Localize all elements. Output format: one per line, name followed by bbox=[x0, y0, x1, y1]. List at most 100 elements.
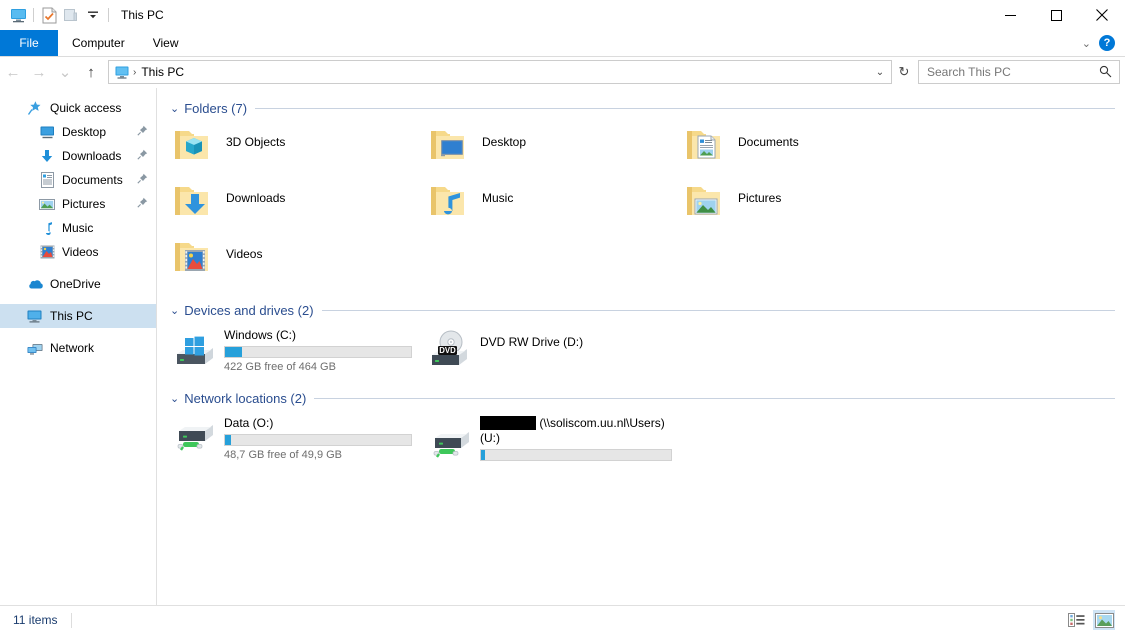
pin-icon[interactable] bbox=[137, 173, 148, 187]
help-icon[interactable]: ? bbox=[1099, 35, 1115, 51]
tab-computer[interactable]: Computer bbox=[58, 30, 139, 56]
item-count: 11 items bbox=[13, 613, 57, 627]
onedrive-cloud-icon bbox=[26, 275, 44, 293]
qat-properties-icon[interactable] bbox=[38, 4, 60, 26]
large-icons-view-button[interactable] bbox=[1093, 610, 1115, 630]
tile-desktop[interactable]: Desktop bbox=[426, 118, 682, 174]
drive-dvd-rw-d[interactable]: DVD DVD RW Drive (D:) bbox=[426, 320, 682, 376]
sidebar-item-network[interactable]: Network bbox=[0, 336, 156, 360]
status-bar: 11 items bbox=[0, 605, 1125, 634]
sidebar-item-desktop[interactable]: Desktop bbox=[0, 120, 156, 144]
status-divider bbox=[71, 613, 72, 628]
breadcrumb[interactable]: This PC bbox=[141, 65, 184, 79]
group-header-devices[interactable]: ⌄ Devices and drives (2) bbox=[170, 300, 1115, 320]
sidebar-item-label: This PC bbox=[50, 309, 93, 323]
folder-documents-icon bbox=[682, 121, 730, 169]
sidebar-item-label: Pictures bbox=[62, 197, 105, 211]
pin-icon[interactable] bbox=[137, 125, 148, 139]
sidebar-item-this-pc[interactable]: This PC bbox=[0, 304, 156, 328]
capacity-bar bbox=[224, 346, 412, 358]
sidebar-item-pictures[interactable]: Pictures bbox=[0, 192, 156, 216]
capacity-bar-fill bbox=[225, 435, 231, 445]
drive-users-u[interactable]: (\\soliscom.uu.nl\Users) (U:) bbox=[426, 408, 682, 464]
downloads-arrow-icon bbox=[38, 147, 56, 165]
sidebar-item-quick-access[interactable]: Quick access bbox=[0, 96, 156, 120]
svg-text:DVD: DVD bbox=[439, 346, 456, 355]
folders-grid: 3D Objects Desktop bbox=[158, 118, 1125, 286]
tile-videos[interactable]: Videos bbox=[170, 230, 426, 286]
window-controls bbox=[987, 0, 1125, 30]
tab-file[interactable]: File bbox=[0, 30, 58, 56]
sidebar-item-music[interactable]: Music bbox=[0, 216, 156, 240]
close-button[interactable] bbox=[1079, 0, 1125, 30]
drive-windows-c[interactable]: Windows (C:) 422 GB free of 464 GB bbox=[170, 320, 426, 376]
breadcrumb-separator: › bbox=[133, 67, 136, 78]
sidebar-item-label: Desktop bbox=[62, 125, 106, 139]
sidebar-item-documents[interactable]: Documents bbox=[0, 168, 156, 192]
tile-3d-objects[interactable]: 3D Objects bbox=[170, 118, 426, 174]
redacted-username bbox=[480, 416, 536, 430]
tile-label: 3D Objects bbox=[226, 121, 285, 149]
sidebar-item-label: Network bbox=[50, 341, 94, 355]
star-pin-icon bbox=[26, 99, 44, 117]
expand-ribbon-icon[interactable]: ⌄ bbox=[1082, 37, 1091, 50]
forward-button[interactable]: → bbox=[26, 59, 52, 85]
ribbon-right-controls: ⌄ ? bbox=[1082, 30, 1125, 56]
file-explorer-window: This PC File Computer View ⌄ ? ← → ⌄ ↑ bbox=[0, 0, 1125, 634]
up-button[interactable]: ↑ bbox=[78, 59, 104, 85]
view-mode-buttons bbox=[1065, 610, 1125, 630]
quick-access-toolbar: This PC bbox=[0, 0, 164, 30]
drive-data-o[interactable]: Data (O:) 48,7 GB free of 49,9 GB bbox=[170, 408, 426, 464]
chevron-down-icon[interactable]: ⌄ bbox=[170, 392, 179, 405]
network-locations-grid: Data (O:) 48,7 GB free of 49,9 GB bbox=[158, 408, 1125, 464]
qat-new-folder-icon[interactable] bbox=[60, 4, 82, 26]
details-view-button[interactable] bbox=[1065, 610, 1087, 630]
qat-customize-dropdown-icon[interactable] bbox=[82, 4, 104, 26]
tile-documents[interactable]: Documents bbox=[682, 118, 938, 174]
tile-music[interactable]: Music bbox=[426, 174, 682, 230]
tab-view[interactable]: View bbox=[139, 30, 193, 56]
sidebar-item-label: Music bbox=[62, 221, 93, 235]
tile-pictures[interactable]: Pictures bbox=[682, 174, 938, 230]
sidebar-item-label: Documents bbox=[62, 173, 123, 187]
tile-label: Downloads bbox=[226, 177, 285, 205]
pin-icon[interactable] bbox=[137, 149, 148, 163]
address-dropdown-icon[interactable]: ⌄ bbox=[871, 61, 889, 83]
sidebar-item-label: Downloads bbox=[62, 149, 121, 163]
maximize-button[interactable] bbox=[1033, 0, 1079, 30]
qat-divider-2 bbox=[108, 8, 109, 22]
minimize-button[interactable] bbox=[987, 0, 1033, 30]
network-icon bbox=[26, 339, 44, 357]
this-pc-icon bbox=[26, 307, 44, 325]
drive-free-text: 48,7 GB free of 49,9 GB bbox=[224, 449, 420, 461]
music-note-icon bbox=[38, 219, 56, 237]
group-title: Devices and drives (2) bbox=[184, 303, 313, 318]
group-header-network-locations[interactable]: ⌄ Network locations (2) bbox=[170, 388, 1115, 408]
sidebar-gap-3 bbox=[0, 328, 156, 336]
back-button[interactable]: ← bbox=[0, 59, 26, 85]
chevron-down-icon[interactable]: ⌄ bbox=[170, 102, 179, 115]
search-input[interactable]: Search This PC bbox=[927, 65, 1011, 79]
chevron-down-icon[interactable]: ⌄ bbox=[170, 304, 179, 317]
tile-label: Music bbox=[482, 177, 513, 205]
refresh-button[interactable]: ↻ bbox=[892, 60, 916, 84]
search-box[interactable]: Search This PC bbox=[918, 60, 1120, 84]
group-divider bbox=[314, 398, 1115, 399]
sidebar-item-onedrive[interactable]: OneDrive bbox=[0, 272, 156, 296]
pictures-icon bbox=[38, 195, 56, 213]
tile-downloads[interactable]: Downloads bbox=[170, 174, 426, 230]
qat-this-pc-icon[interactable] bbox=[7, 4, 29, 26]
address-input[interactable]: › This PC ⌄ bbox=[108, 60, 892, 84]
capacity-bar-fill bbox=[481, 450, 485, 460]
sidebar-item-videos[interactable]: Videos bbox=[0, 240, 156, 264]
pin-icon[interactable] bbox=[137, 197, 148, 211]
drive-info: DVD RW Drive (D:) bbox=[480, 326, 676, 350]
this-pc-icon bbox=[113, 66, 131, 79]
search-icon[interactable] bbox=[1099, 65, 1112, 81]
sidebar-item-downloads[interactable]: Downloads bbox=[0, 144, 156, 168]
capacity-bar bbox=[224, 434, 412, 446]
recent-locations-button[interactable]: ⌄ bbox=[52, 59, 78, 85]
folder-desktop-icon bbox=[426, 121, 474, 169]
sidebar-item-label: OneDrive bbox=[50, 277, 101, 291]
group-header-folders[interactable]: ⌄ Folders (7) bbox=[170, 98, 1115, 118]
